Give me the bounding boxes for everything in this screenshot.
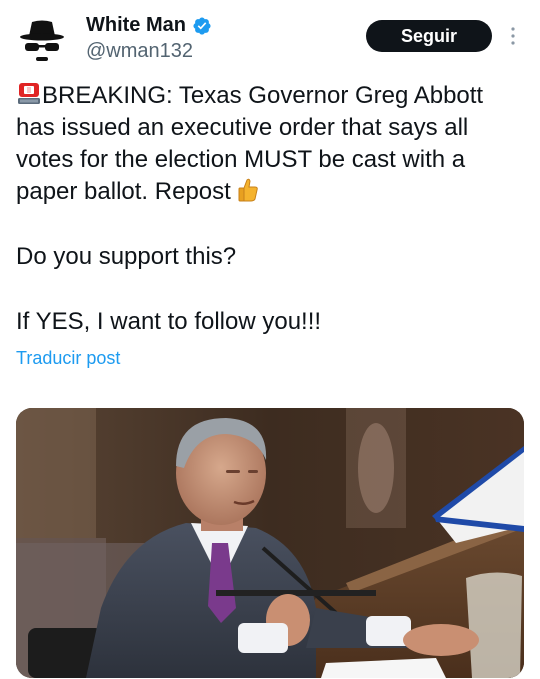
tweet-line-5: Do you support this? (16, 243, 237, 270)
thumbs-up-icon (238, 178, 259, 202)
author-handle[interactable]: @wman132 (86, 40, 193, 63)
tweet-photo[interactable] (16, 408, 524, 678)
author-display-name[interactable]: White Man (86, 14, 186, 37)
tweet-text: BREAKING: Texas Governor Greg Abbott has… (16, 80, 516, 338)
follow-button[interactable]: Seguir (366, 20, 492, 52)
more-options-icon[interactable] (506, 24, 520, 48)
tweet-line-4: paper ballot. Repost (16, 176, 516, 208)
tweet-line-1: BREAKING: Texas Governor Greg Abbott (16, 80, 516, 112)
tweet-line-4-text: paper ballot. Repost (16, 178, 231, 205)
tweet-line-3: votes for the election MUST be cast with… (16, 146, 466, 173)
rotating-siren-icon (18, 83, 40, 104)
photo-illustration (16, 408, 524, 678)
translate-post-link[interactable]: Traducir post (16, 348, 120, 369)
tweet-line-2: has issued an executive order that says … (16, 114, 469, 141)
spy-hat-glasses-icon (20, 20, 64, 61)
tweet-header: White Man @wman132 Seguir (0, 0, 540, 80)
verified-badge-icon (193, 16, 211, 35)
tweet-line-6: If YES, I want to follow you!!! (16, 308, 322, 335)
tweet-line-1-text: BREAKING: Texas Governor Greg Abbott (42, 82, 484, 109)
avatar[interactable] (16, 14, 68, 66)
author-name-row: White Man (86, 14, 212, 37)
